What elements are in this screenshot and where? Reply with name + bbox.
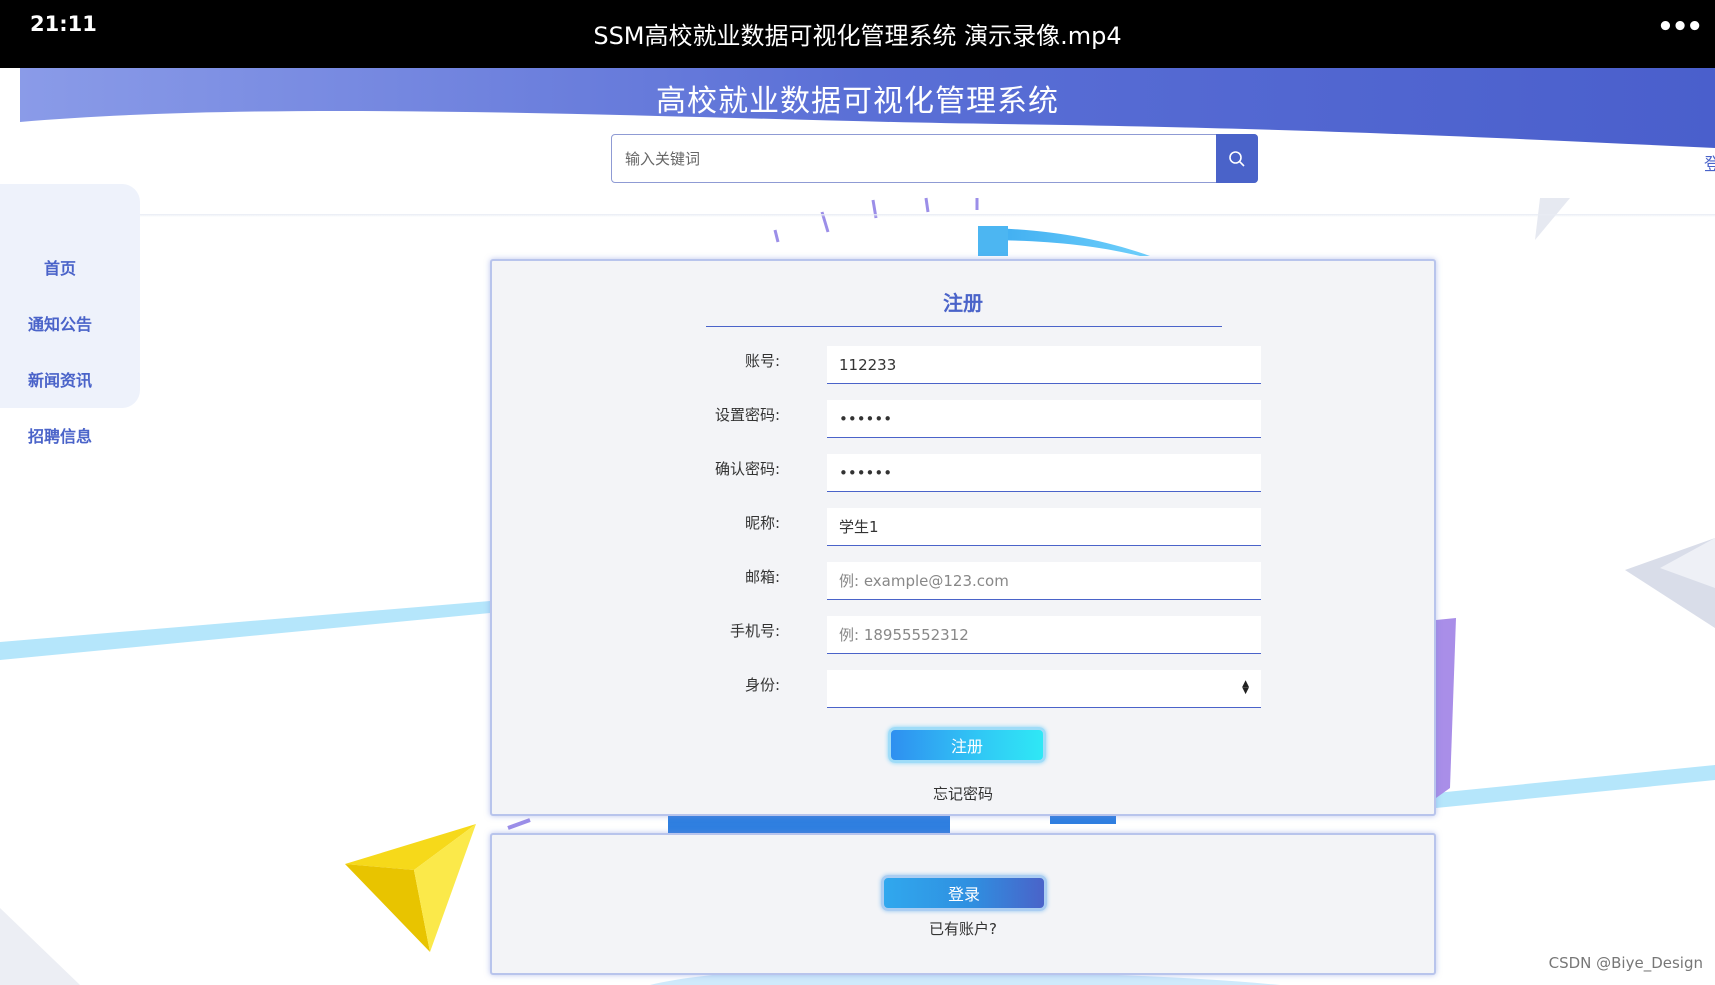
nickname-label: 昵称:	[744, 514, 780, 532]
password-label: 设置密码:	[714, 406, 780, 424]
search-box	[611, 134, 1258, 183]
purple-dash	[507, 818, 531, 830]
left-light-streak	[0, 601, 490, 660]
search-input[interactable]	[612, 135, 1218, 182]
login-link-partial[interactable]: 登	[1704, 150, 1715, 175]
register-button[interactable]: 注册	[888, 727, 1046, 763]
phone-label: 手机号:	[729, 622, 780, 640]
arc-block	[978, 226, 1008, 256]
identity-select[interactable]: ▲ ▼	[827, 670, 1261, 708]
grey-triangle-bottom	[0, 908, 80, 985]
identity-label: 身份:	[744, 676, 780, 694]
watermark: CSDN @Biye_Design	[1548, 954, 1703, 972]
nav-item-notices[interactable]: 通知公告	[0, 311, 120, 335]
email-input[interactable]	[827, 562, 1261, 600]
nickname-input[interactable]	[827, 508, 1261, 546]
login-button[interactable]: 登录	[881, 875, 1047, 911]
search-icon	[1229, 150, 1245, 167]
account-input[interactable]	[827, 346, 1261, 384]
blue-bar-bottom	[668, 814, 950, 834]
confirm-password-input[interactable]	[827, 454, 1261, 492]
nav-item-home[interactable]: 首页	[0, 255, 120, 279]
phone-input[interactable]	[827, 616, 1261, 654]
nav-item-news[interactable]: 新闻资讯	[0, 367, 120, 391]
registration-page: 高校就业数据可视化管理系统 登 首页 通知公告 新闻资讯 招聘信息 注册 账号:…	[0, 68, 1715, 985]
login-panel: 登录 已有账户?	[490, 833, 1436, 975]
title-underline	[706, 326, 1222, 327]
has-account-link[interactable]: 已有账户?	[492, 918, 1434, 939]
email-label: 邮箱:	[744, 568, 780, 586]
tick-marks	[773, 197, 979, 243]
password-input[interactable]	[827, 400, 1261, 438]
confirm-password-label: 确认密码:	[714, 460, 780, 478]
header-divider	[0, 214, 1715, 217]
search-button[interactable]	[1216, 134, 1258, 183]
select-arrows-icon: ▲ ▼	[1242, 679, 1249, 696]
purple-panel	[1436, 618, 1456, 798]
video-player-bar: 21:11 SSM高校就业数据可视化管理系统 演示录像.mp4 •••	[0, 0, 1715, 68]
site-title: 高校就业数据可视化管理系统	[656, 84, 1059, 119]
form-title: 注册	[943, 291, 983, 315]
right-light-streak	[1436, 765, 1715, 808]
more-options-icon[interactable]: •••	[1657, 12, 1703, 42]
nav-item-jobs[interactable]: 招聘信息	[0, 423, 120, 447]
video-title: SSM高校就业数据可视化管理系统 演示录像.mp4	[593, 22, 1122, 50]
account-label: 账号:	[744, 352, 780, 370]
register-form: 注册 账号: 设置密码: 确认密码: 昵称: 邮箱: 手机号: 身份: ▲▼ 注…	[490, 259, 1436, 816]
grey-triangle-top	[1535, 198, 1570, 240]
forgot-password-link[interactable]: 忘记密码	[492, 783, 1434, 804]
